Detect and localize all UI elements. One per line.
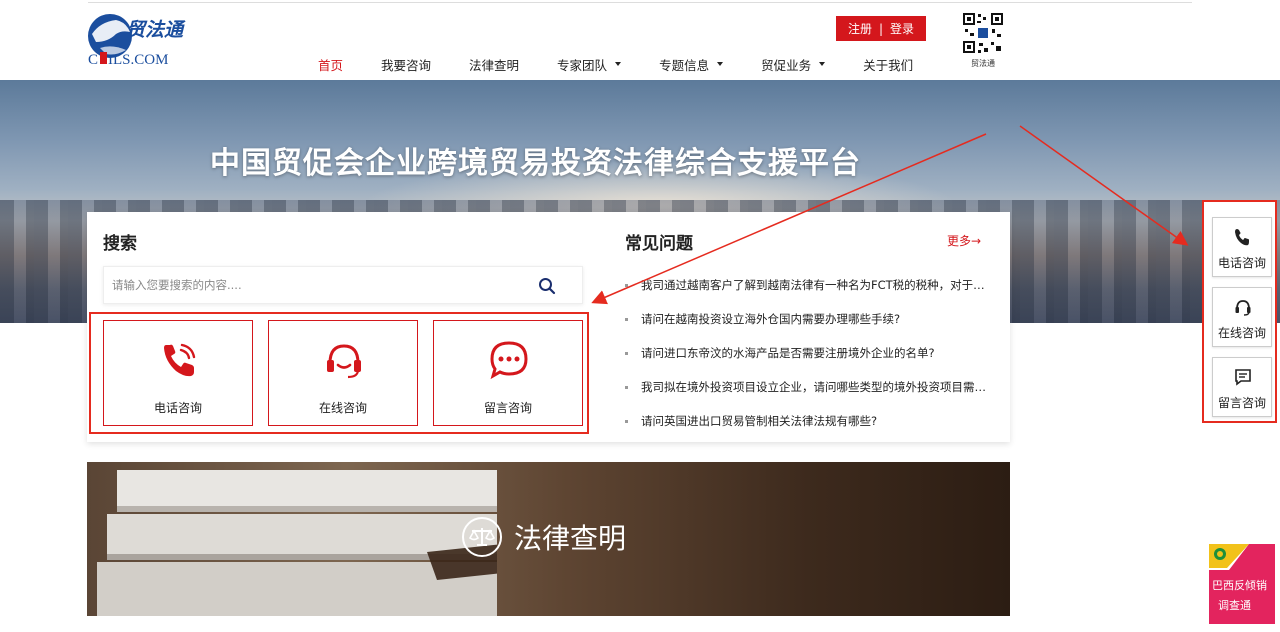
caret-down-icon: [717, 62, 724, 66]
register-link[interactable]: 注册: [848, 20, 872, 37]
sidebar-phone-label: 电话咨询: [1217, 256, 1266, 270]
header-divider: [88, 2, 1192, 3]
login-link[interactable]: 登录: [890, 20, 914, 37]
sidebar-message-button[interactable]: 留言咨询: [1212, 357, 1272, 417]
search-icon: [539, 278, 556, 295]
svg-text:ILS.COM: ILS.COM: [108, 52, 168, 68]
message-consult-label: 留言咨询: [483, 401, 532, 415]
promo-text: 巴西反倾销 调查通: [1212, 576, 1275, 616]
bullet: [625, 283, 628, 287]
search-box: [103, 266, 583, 304]
caret-down-icon: [615, 62, 622, 66]
sidebar-online-label: 在线咨询: [1217, 326, 1266, 340]
auth-bar: 注册 | 登录: [836, 16, 926, 41]
main-nav: 首页 我要咨询 法律查明 专家团队 专题信息 贸促业务 关于我们: [318, 52, 951, 76]
legal-lookup-title: 法律查明: [514, 522, 627, 555]
hero-title: 中国贸促会企业跨境贸易投资法律综合支援平台: [210, 146, 861, 181]
site-logo[interactable]: 贸法通 C ILS.COM: [86, 8, 196, 74]
nav-topics[interactable]: 专题信息: [659, 55, 724, 74]
brazil-antidumping-promo[interactable]: 巴西反倾销 调查通: [1209, 544, 1275, 624]
nav-about[interactable]: 关于我们: [863, 55, 913, 74]
books-illustration: [97, 470, 497, 616]
caret-down-icon: [819, 62, 826, 66]
svg-text:C: C: [88, 52, 98, 68]
svg-text:贸法通: 贸法通: [126, 19, 186, 41]
sidebar-message-label: 留言咨询: [1217, 396, 1266, 410]
faq-title: 常见问题: [625, 234, 693, 254]
bullet: [625, 351, 628, 355]
faq-item[interactable]: 我司拟在境外投资项目设立企业，请问哪些类型的境外投资项目需要备案: [625, 370, 987, 404]
site-header: 贸法通 C ILS.COM 首页 我要咨询 法律查明 专家团队 专题信息 贸促业…: [0, 0, 1280, 80]
qr-label: 贸法通: [971, 59, 995, 68]
phone-icon: [164, 343, 196, 377]
faq-item[interactable]: 请问进口东帝汶的水海产品是否需要注册境外企业的名单?: [625, 336, 987, 370]
legal-lookup-banner[interactable]: 法律查明: [87, 462, 1010, 616]
promo-line2: 调查通: [1218, 599, 1251, 612]
search-title: 搜索: [103, 234, 137, 254]
promo-line1: 巴西反倾销: [1212, 579, 1267, 592]
qr-code-icon: [962, 12, 1004, 54]
faq-item[interactable]: 请问英国进出口贸易管制相关法律法规有哪些?: [625, 404, 987, 438]
chat-bubble-icon: [490, 341, 528, 380]
nav-ccpit-business[interactable]: 贸促业务: [761, 55, 826, 74]
phone-consult-label: 电话咨询: [153, 401, 202, 415]
search-input[interactable]: [104, 267, 524, 303]
sidebar-phone-button[interactable]: 电话咨询: [1212, 217, 1272, 277]
online-consult-tile[interactable]: 在线咨询: [268, 320, 418, 426]
bullet: [625, 419, 628, 423]
message-consult-tile[interactable]: 留言咨询: [433, 320, 583, 426]
floating-consult-sidebar: 电话咨询 在线咨询 留言咨询: [1202, 200, 1277, 423]
phone-icon: [1235, 229, 1249, 246]
nav-legal-lookup[interactable]: 法律查明: [469, 55, 519, 74]
headset-icon: [327, 344, 361, 379]
faq-list: 我司通过越南客户了解到越南法律有一种名为FCT税的税种，对于在越南有收入的外国企…: [625, 268, 987, 438]
faq-item[interactable]: 我司通过越南客户了解到越南法律有一种名为FCT税的税种，对于在越南有收入的外国企…: [625, 268, 987, 302]
bullet: [625, 317, 628, 321]
auth-separator: |: [878, 21, 884, 36]
bullet: [625, 385, 628, 389]
nav-home[interactable]: 首页: [318, 55, 343, 74]
phone-consult-tile[interactable]: 电话咨询: [103, 320, 253, 426]
search-button[interactable]: [538, 277, 556, 295]
sidebar-online-button[interactable]: 在线咨询: [1212, 287, 1272, 347]
online-consult-label: 在线咨询: [318, 401, 367, 415]
scales-icon: [462, 517, 502, 557]
faq-item[interactable]: 请问在越南投资设立海外仓国内需要办理哪些手续?: [625, 302, 987, 336]
search-faq-card: 搜索 电话咨询 在线咨询 留言咨询: [87, 212, 1010, 442]
headset-icon: [1235, 300, 1251, 316]
nav-expert-team[interactable]: 专家团队: [557, 55, 622, 74]
message-icon: [1235, 369, 1251, 386]
nav-consult[interactable]: 我要咨询: [381, 55, 431, 74]
legal-lookup-label: 法律查明: [462, 517, 626, 557]
globe-logo-icon: 贸法通 C ILS.COM: [88, 14, 186, 68]
faq-more-link[interactable]: 更多→: [947, 232, 981, 249]
